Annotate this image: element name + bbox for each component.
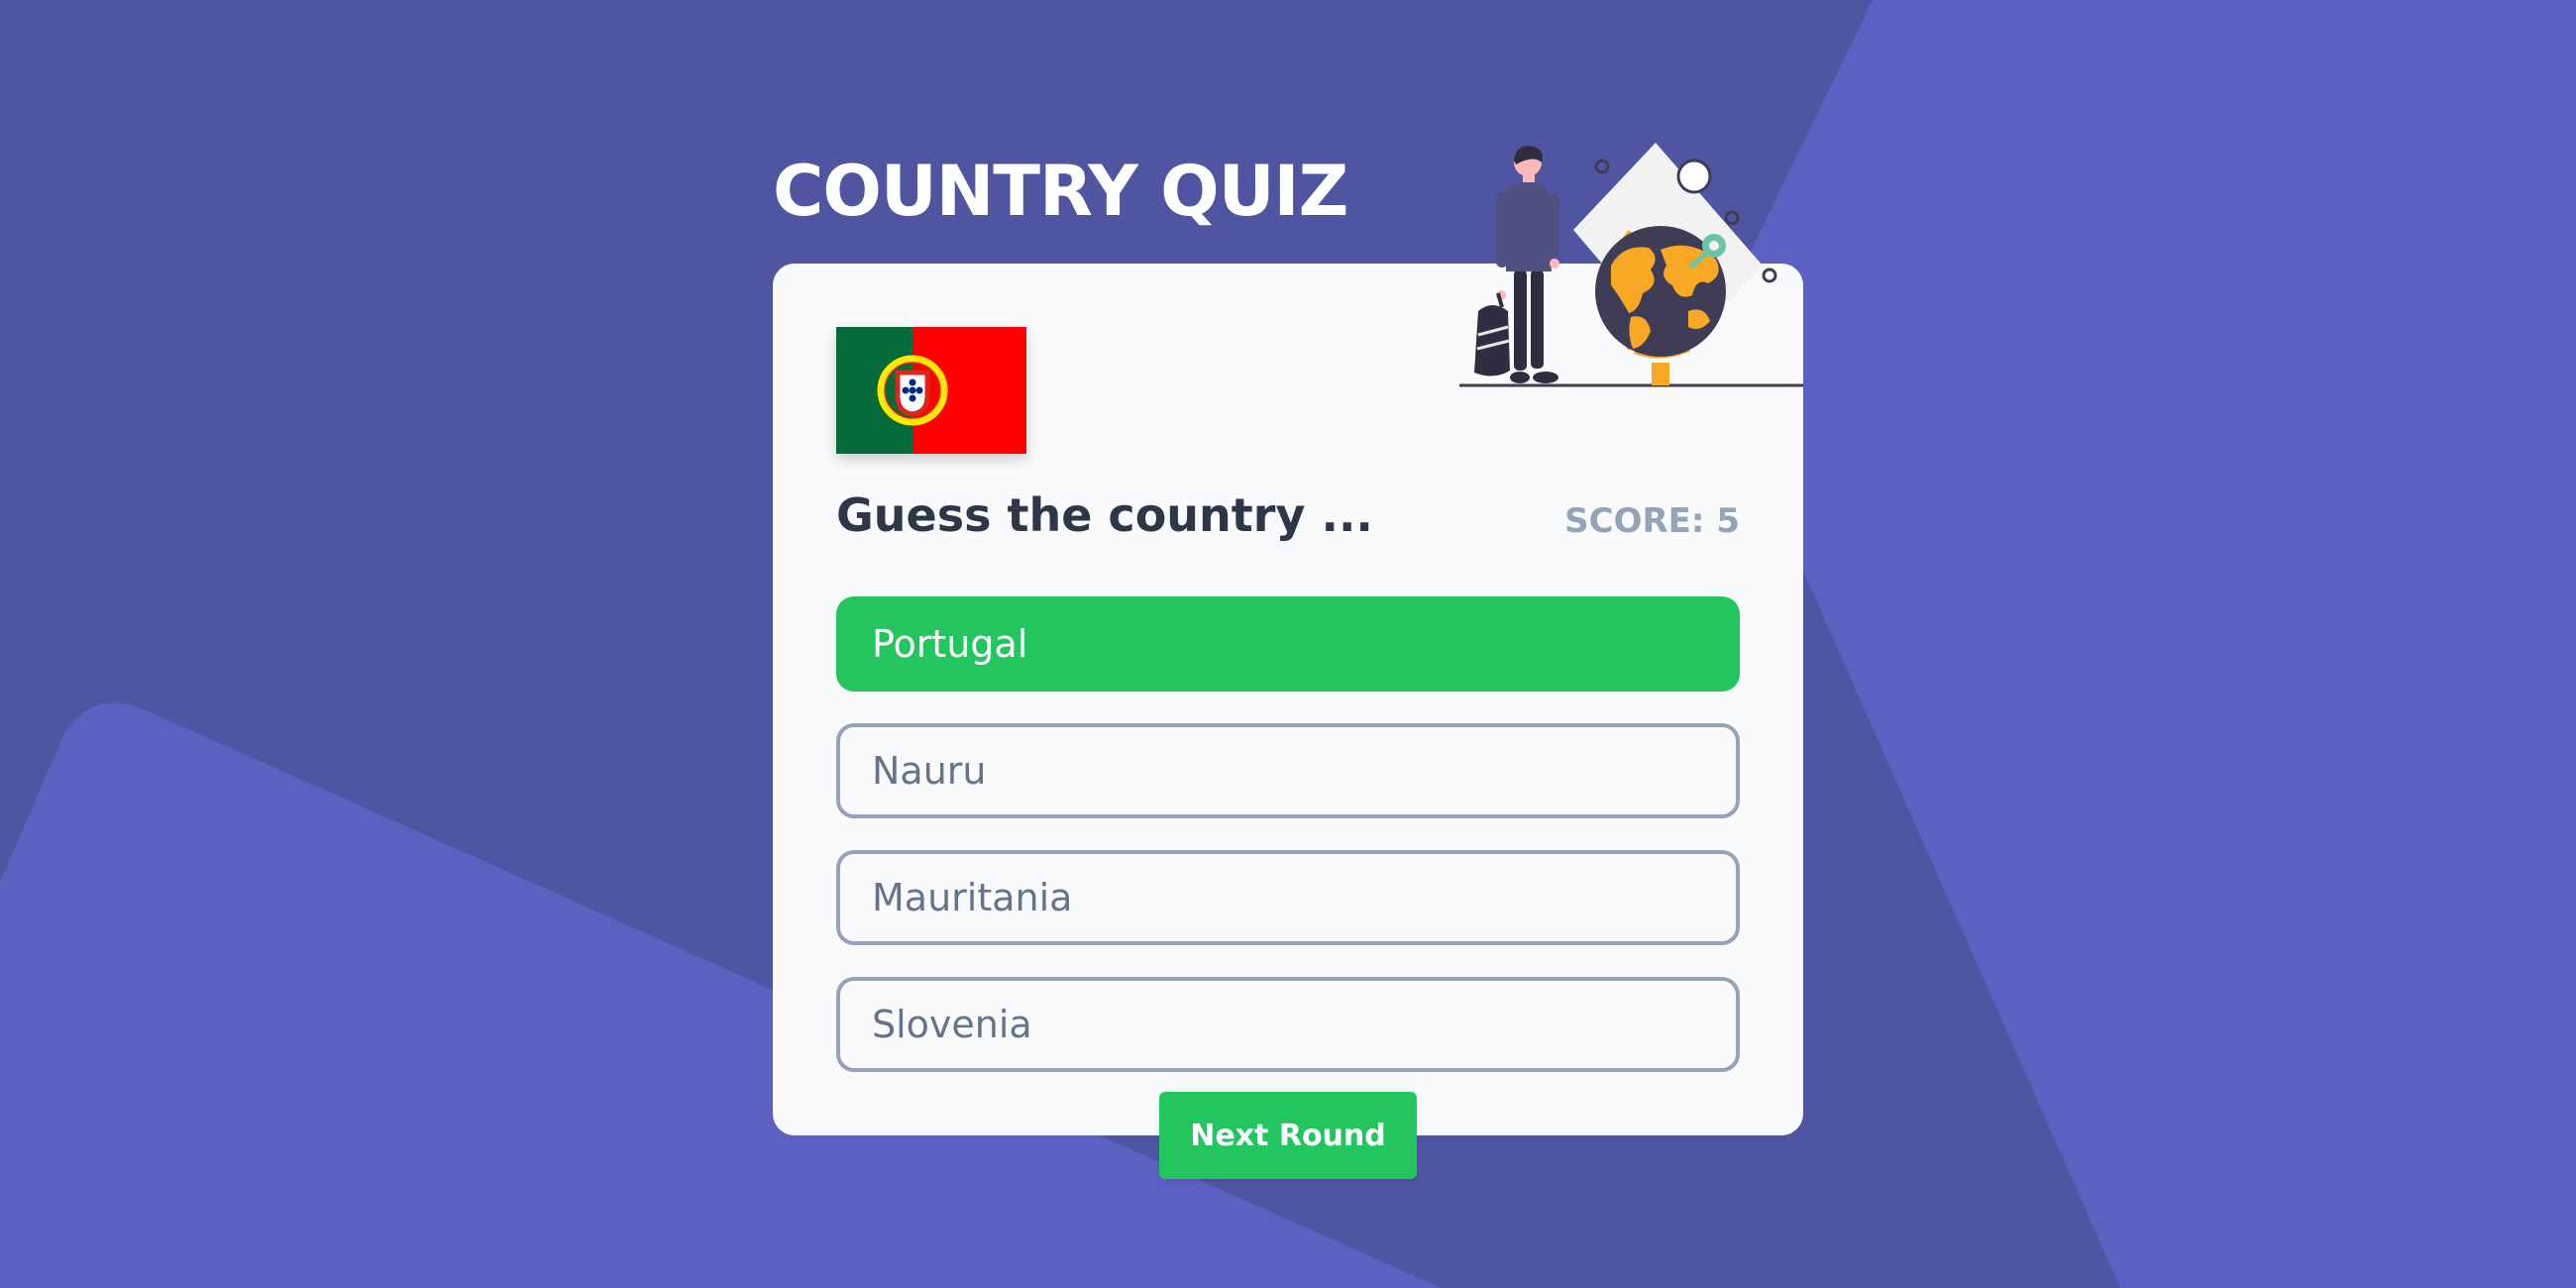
traveler-with-globe-illustration	[1437, 137, 1813, 398]
answer-option-slovenia[interactable]: Slovenia	[836, 977, 1740, 1072]
answer-option-nauru[interactable]: Nauru	[836, 723, 1740, 818]
portugal-flag-icon	[836, 327, 1026, 454]
question-text: Guess the country ...	[836, 488, 1373, 542]
score-display: SCORE: 5	[1564, 501, 1740, 541]
answer-option-portugal[interactable]: Portugal	[836, 596, 1740, 692]
quiz-title: COUNTRY QUIZ	[773, 151, 1348, 232]
answer-list: Portugal Nauru Mauritania Slovenia	[836, 596, 1740, 1104]
answer-option-mauritania[interactable]: Mauritania	[836, 850, 1740, 945]
next-round-button[interactable]: Next Round	[1159, 1092, 1417, 1179]
